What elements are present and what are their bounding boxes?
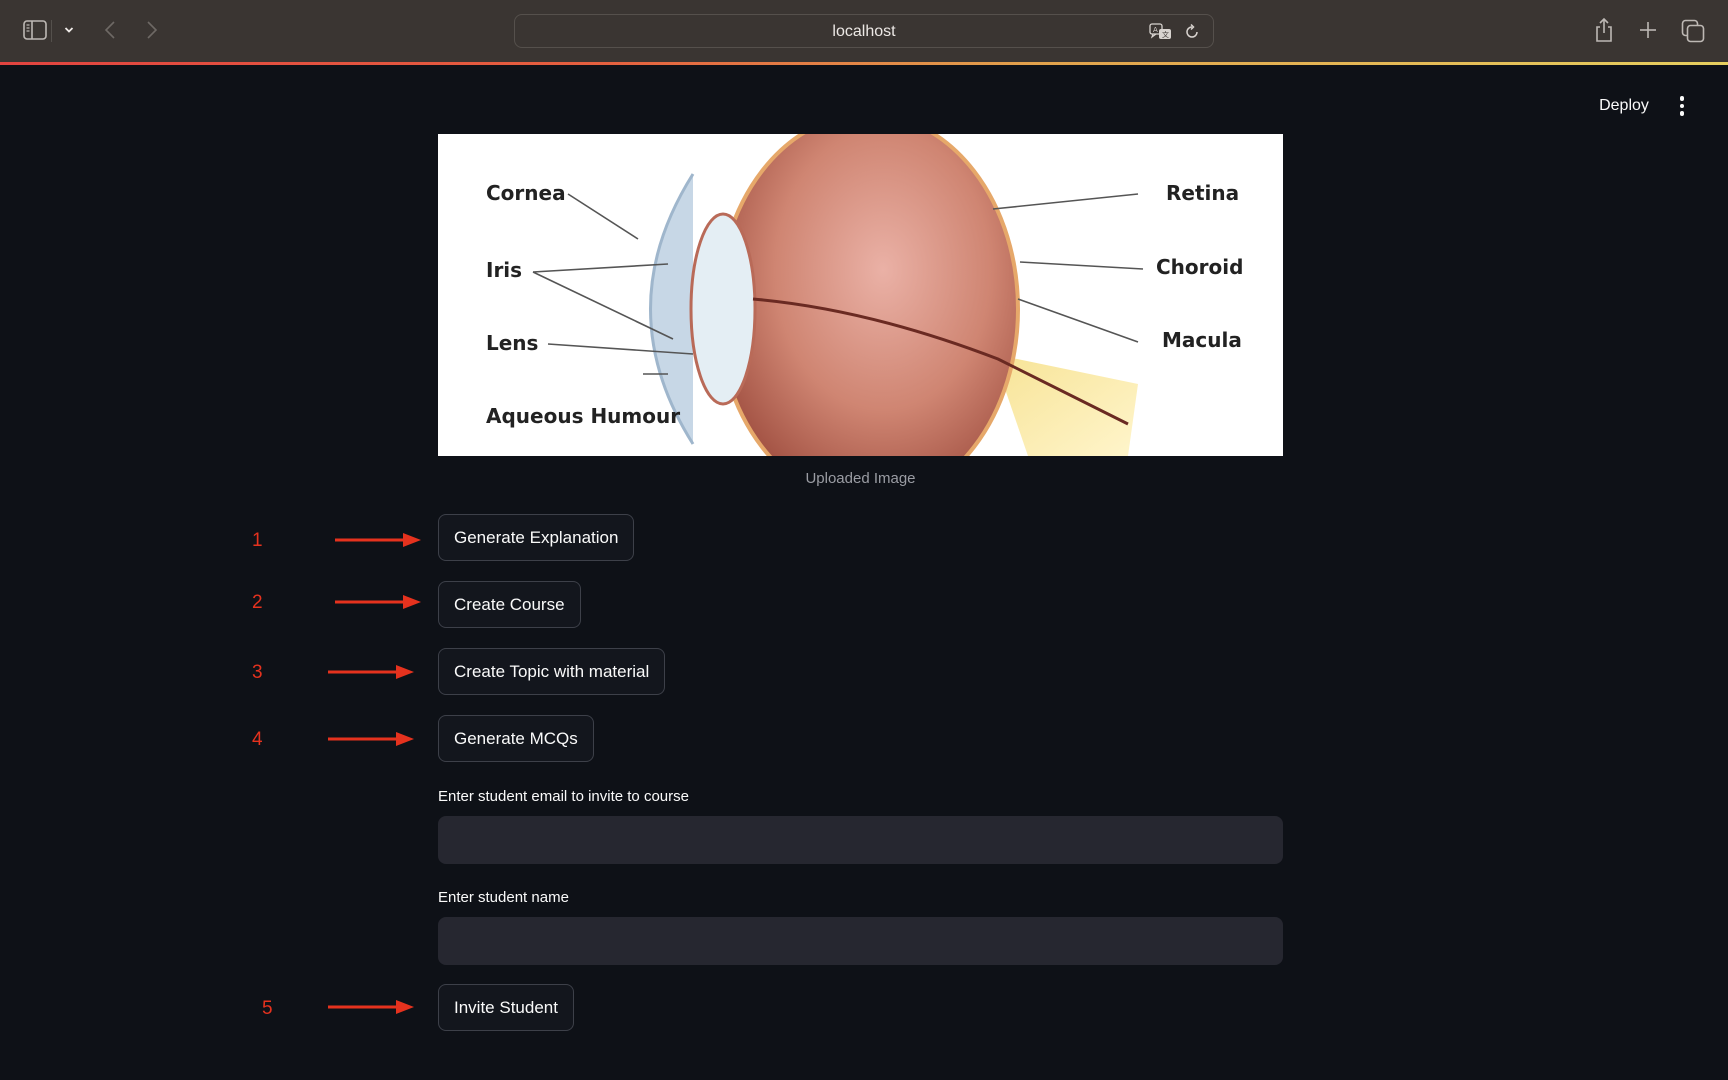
translate-icon[interactable]: A文 [1149, 22, 1173, 42]
label-choroid: Choroid [1156, 255, 1243, 279]
share-icon[interactable] [1592, 16, 1616, 44]
browser-toolbar: localhost A文 [0, 0, 1728, 62]
label-cornea: Cornea [486, 181, 566, 205]
annotation-marker-5: 5 [262, 998, 273, 1019]
tabs-icon[interactable] [1680, 18, 1706, 44]
create-topic-button[interactable]: Create Topic with material [438, 648, 666, 695]
url-text[interactable]: localhost [515, 23, 1213, 41]
annotation-marker-3: 3 [252, 662, 263, 683]
chevron-right-icon[interactable] [138, 18, 166, 42]
page-loading-bar [0, 62, 1728, 65]
generate-mcqs-button[interactable]: Generate MCQs [438, 715, 594, 762]
kebab-menu-icon[interactable] [1672, 93, 1692, 119]
email-label: Enter student email to invite to course [438, 788, 689, 805]
annotation-marker-4: 4 [252, 729, 263, 750]
annotation-arrow-4 [328, 732, 414, 746]
annotation-arrow-2 [335, 595, 421, 609]
label-macula: Macula [1162, 328, 1242, 352]
deploy-button[interactable]: Deploy [1588, 94, 1660, 118]
label-lens: Lens [486, 331, 538, 355]
uploaded-image: Cornea Iris Lens Aqueous Humour Retina C… [438, 134, 1283, 456]
eye-diagram: Cornea Iris Lens Aqueous Humour Retina C… [438, 134, 1283, 456]
chevron-left-icon[interactable] [96, 18, 124, 42]
address-bar[interactable]: localhost A文 [514, 14, 1214, 48]
name-label: Enter student name [438, 889, 569, 906]
student-name-input[interactable] [438, 917, 1283, 965]
generate-explanation-button[interactable]: Generate Explanation [438, 514, 635, 561]
reload-icon[interactable] [1183, 23, 1201, 41]
student-email-input[interactable] [438, 816, 1283, 864]
toolbar-divider [51, 20, 52, 42]
plus-icon[interactable] [1636, 18, 1660, 42]
annotation-arrow-3 [328, 665, 414, 679]
annotation-marker-2: 2 [252, 592, 263, 613]
label-aqueous-humour: Aqueous Humour [486, 404, 680, 428]
invite-student-button[interactable]: Invite Student [438, 984, 574, 1031]
sidebar-icon[interactable] [22, 18, 48, 42]
annotation-marker-1: 1 [252, 530, 263, 551]
annotation-arrow-1 [335, 533, 421, 547]
svg-text:文: 文 [1162, 30, 1169, 39]
image-caption: Uploaded Image [805, 470, 916, 487]
label-iris: Iris [486, 258, 522, 282]
svg-text:A: A [1153, 26, 1158, 34]
annotation-arrow-5 [328, 1000, 414, 1014]
chevron-down-icon[interactable] [60, 20, 78, 40]
create-course-button[interactable]: Create Course [438, 581, 581, 628]
label-retina: Retina [1166, 181, 1239, 205]
